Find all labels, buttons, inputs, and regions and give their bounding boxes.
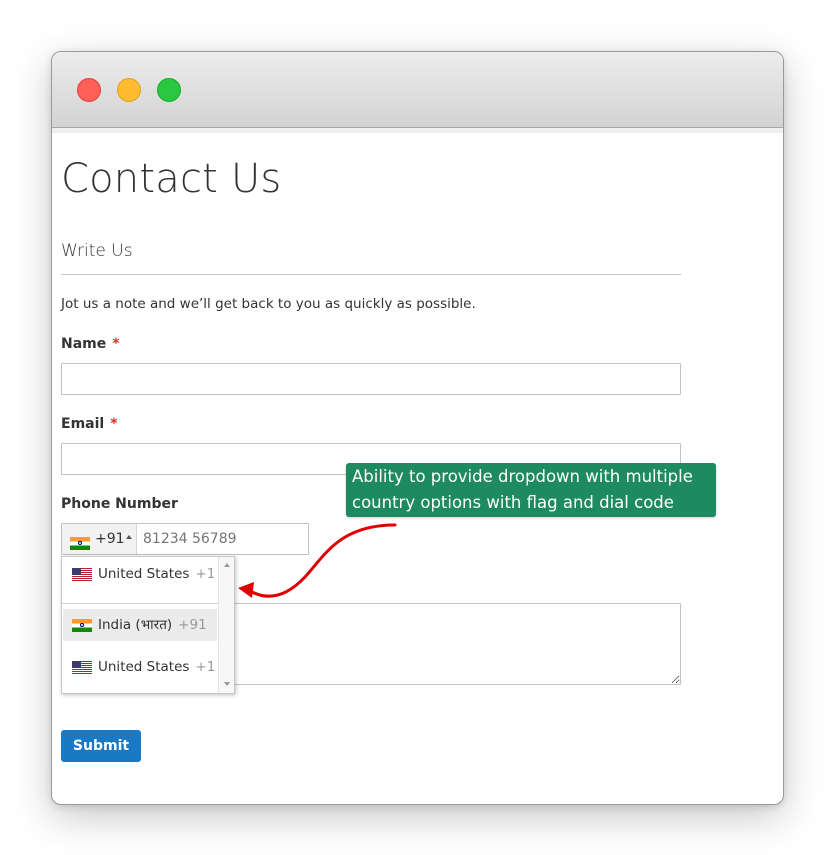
email-label-text: Email (61, 416, 105, 432)
minimize-window-button[interactable] (117, 78, 141, 102)
name-label: Name * (61, 336, 120, 352)
scroll-down-icon[interactable] (224, 682, 230, 686)
country-option[interactable]: United States +1 (63, 651, 217, 683)
country-option-name: India (भारत) (98, 617, 173, 633)
country-dropdown-list[interactable]: United States +1 India (भारत) +91 United S… (61, 556, 235, 694)
close-window-button[interactable] (77, 78, 101, 102)
country-option[interactable]: United States +1 (63, 558, 217, 590)
caret-up-icon (126, 535, 132, 539)
callout-arrow-icon (238, 523, 397, 598)
flag-india-icon (70, 537, 90, 550)
country-option-dial: +1 (195, 659, 216, 675)
flag-us-icon (72, 567, 92, 581)
flag-india-icon (72, 618, 92, 632)
zoom-window-button[interactable] (157, 78, 181, 102)
country-option-dial: +1 (195, 566, 216, 582)
email-label: Email * (61, 416, 118, 432)
country-option-name: United States (98, 659, 190, 675)
feature-callout: Ability to provide dropdown with multipl… (346, 463, 716, 517)
flag-us-icon (72, 660, 92, 674)
legend-divider (61, 274, 681, 275)
country-selector[interactable]: +91 (62, 524, 137, 554)
form-intro-text: Jot us a note and we’ll get back to you … (61, 296, 476, 312)
name-input[interactable] (61, 363, 681, 395)
page-title: Contact Us (61, 156, 282, 202)
name-label-text: Name (61, 336, 107, 352)
name-required-mark: * (112, 336, 120, 352)
window-titlebar (52, 52, 783, 128)
country-option-name: United States (98, 566, 190, 582)
submit-button[interactable]: Submit (61, 730, 141, 762)
dropdown-divider (62, 603, 218, 604)
email-required-mark: * (110, 416, 118, 432)
country-option-highlighted[interactable]: India (भारत) +91 (63, 609, 217, 641)
phone-label: Phone Number (61, 496, 178, 512)
form-legend: Write Us (61, 241, 133, 261)
selected-dial-code: +91 (95, 531, 125, 547)
toolbar-strip (52, 128, 783, 133)
country-option-dial: +91 (178, 617, 207, 633)
